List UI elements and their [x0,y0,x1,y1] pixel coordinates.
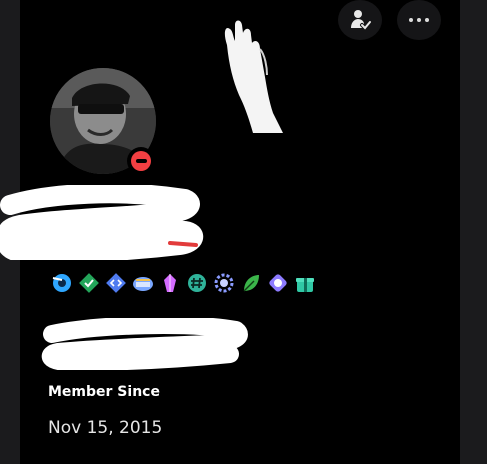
member-since-date: Nov 15, 2015 [48,418,163,438]
banner-hand-image [224,20,283,133]
redacted-username [0,185,204,260]
orb-badge-icon[interactable] [266,270,289,295]
quest-badge-icon[interactable] [131,270,154,295]
window-frame-right [460,0,487,464]
redacted-text [41,318,248,370]
more-dots-icon [409,18,429,22]
leaf-badge-icon[interactable] [239,270,262,295]
active-developer-badge-icon[interactable] [77,270,100,295]
user-avatar[interactable] [45,63,161,179]
member-since-label: Member Since [48,384,160,400]
friend-status-button[interactable] [338,0,382,40]
laurel-badge-icon[interactable] [212,270,235,295]
developer-badge-icon[interactable] [104,270,127,295]
nitro-gem-badge-icon[interactable] [158,270,181,295]
gift-badge-icon[interactable] [293,270,316,295]
dnd-status-icon [127,147,155,175]
hashtag-badge-icon[interactable] [185,270,208,295]
badge-list [50,270,316,295]
friend-check-icon [351,10,372,31]
hypesquad-badge-icon[interactable] [50,270,73,295]
more-options-button[interactable] [397,0,441,40]
